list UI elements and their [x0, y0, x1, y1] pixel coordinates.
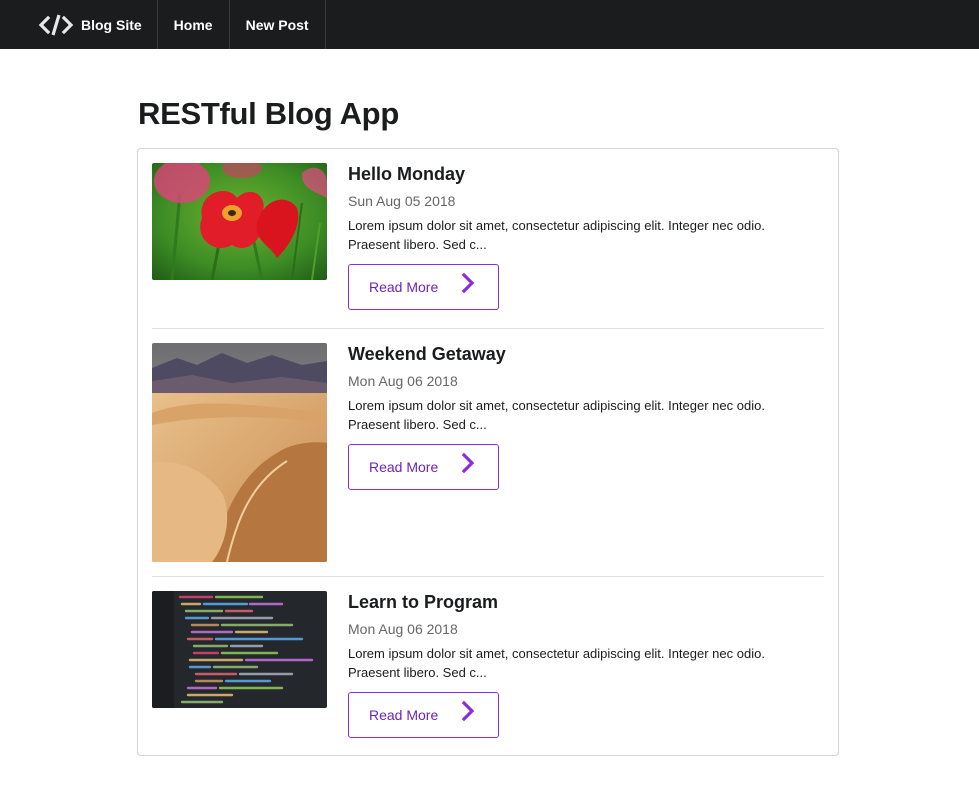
post-image-code[interactable]	[152, 591, 327, 708]
chevron-right-icon	[462, 272, 475, 294]
read-more-label: Read More	[369, 279, 439, 295]
post-excerpt: Lorem ipsum dolor sit amet, consectetur …	[348, 218, 765, 252]
read-more-label: Read More	[369, 707, 439, 723]
desert-image	[152, 343, 327, 562]
post-date: Mon Aug 06 2018	[348, 373, 458, 389]
post-excerpt: Lorem ipsum dolor sit amet, consectetur …	[348, 398, 765, 432]
post-content: Weekend Getaway Mon Aug 06 2018 Lorem ip…	[348, 343, 818, 490]
code-icon	[38, 14, 74, 35]
post-item: Weekend Getaway Mon Aug 06 2018 Lorem ip…	[152, 343, 824, 563]
read-more-label: Read More	[369, 459, 439, 475]
post-title[interactable]: Learn to Program	[348, 591, 818, 613]
post-image-dunes[interactable]	[152, 343, 327, 562]
page-title: RESTful Blog App	[138, 96, 399, 131]
nav-new-post-link[interactable]: New Post	[230, 0, 326, 49]
post-title[interactable]: Hello Monday	[348, 163, 818, 185]
read-more-button[interactable]: Read More	[348, 264, 499, 310]
post-image-poppies[interactable]	[152, 163, 327, 280]
poppy-image	[152, 163, 327, 280]
nav-home-link[interactable]: Home	[158, 0, 230, 49]
top-navbar: Blog Site Home New Post	[0, 0, 979, 49]
post-title[interactable]: Weekend Getaway	[348, 343, 818, 365]
chevron-right-icon	[462, 452, 475, 474]
post-item: Hello Monday Sun Aug 05 2018 Lorem ipsum…	[152, 163, 824, 323]
brand-label: Blog Site	[81, 16, 142, 33]
post-divider	[152, 576, 824, 577]
post-divider	[152, 328, 824, 329]
code-screen-image	[152, 591, 327, 708]
read-more-button[interactable]: Read More	[348, 692, 499, 738]
post-date: Sun Aug 05 2018	[348, 193, 456, 209]
post-excerpt: Lorem ipsum dolor sit amet, consectetur …	[348, 646, 765, 680]
post-date: Mon Aug 06 2018	[348, 621, 458, 637]
brand-link[interactable]: Blog Site	[0, 0, 158, 49]
nav-new-post-label: New Post	[245, 16, 309, 33]
nav-home-label: Home	[173, 16, 213, 33]
read-more-button[interactable]: Read More	[348, 444, 499, 490]
post-content: Hello Monday Sun Aug 05 2018 Lorem ipsum…	[348, 163, 818, 310]
chevron-right-icon	[462, 700, 475, 722]
post-content: Learn to Program Mon Aug 06 2018 Lorem i…	[348, 591, 818, 738]
posts-segment: Hello Monday Sun Aug 05 2018 Lorem ipsum…	[137, 148, 839, 756]
post-item: Learn to Program Mon Aug 06 2018 Lorem i…	[152, 591, 824, 751]
